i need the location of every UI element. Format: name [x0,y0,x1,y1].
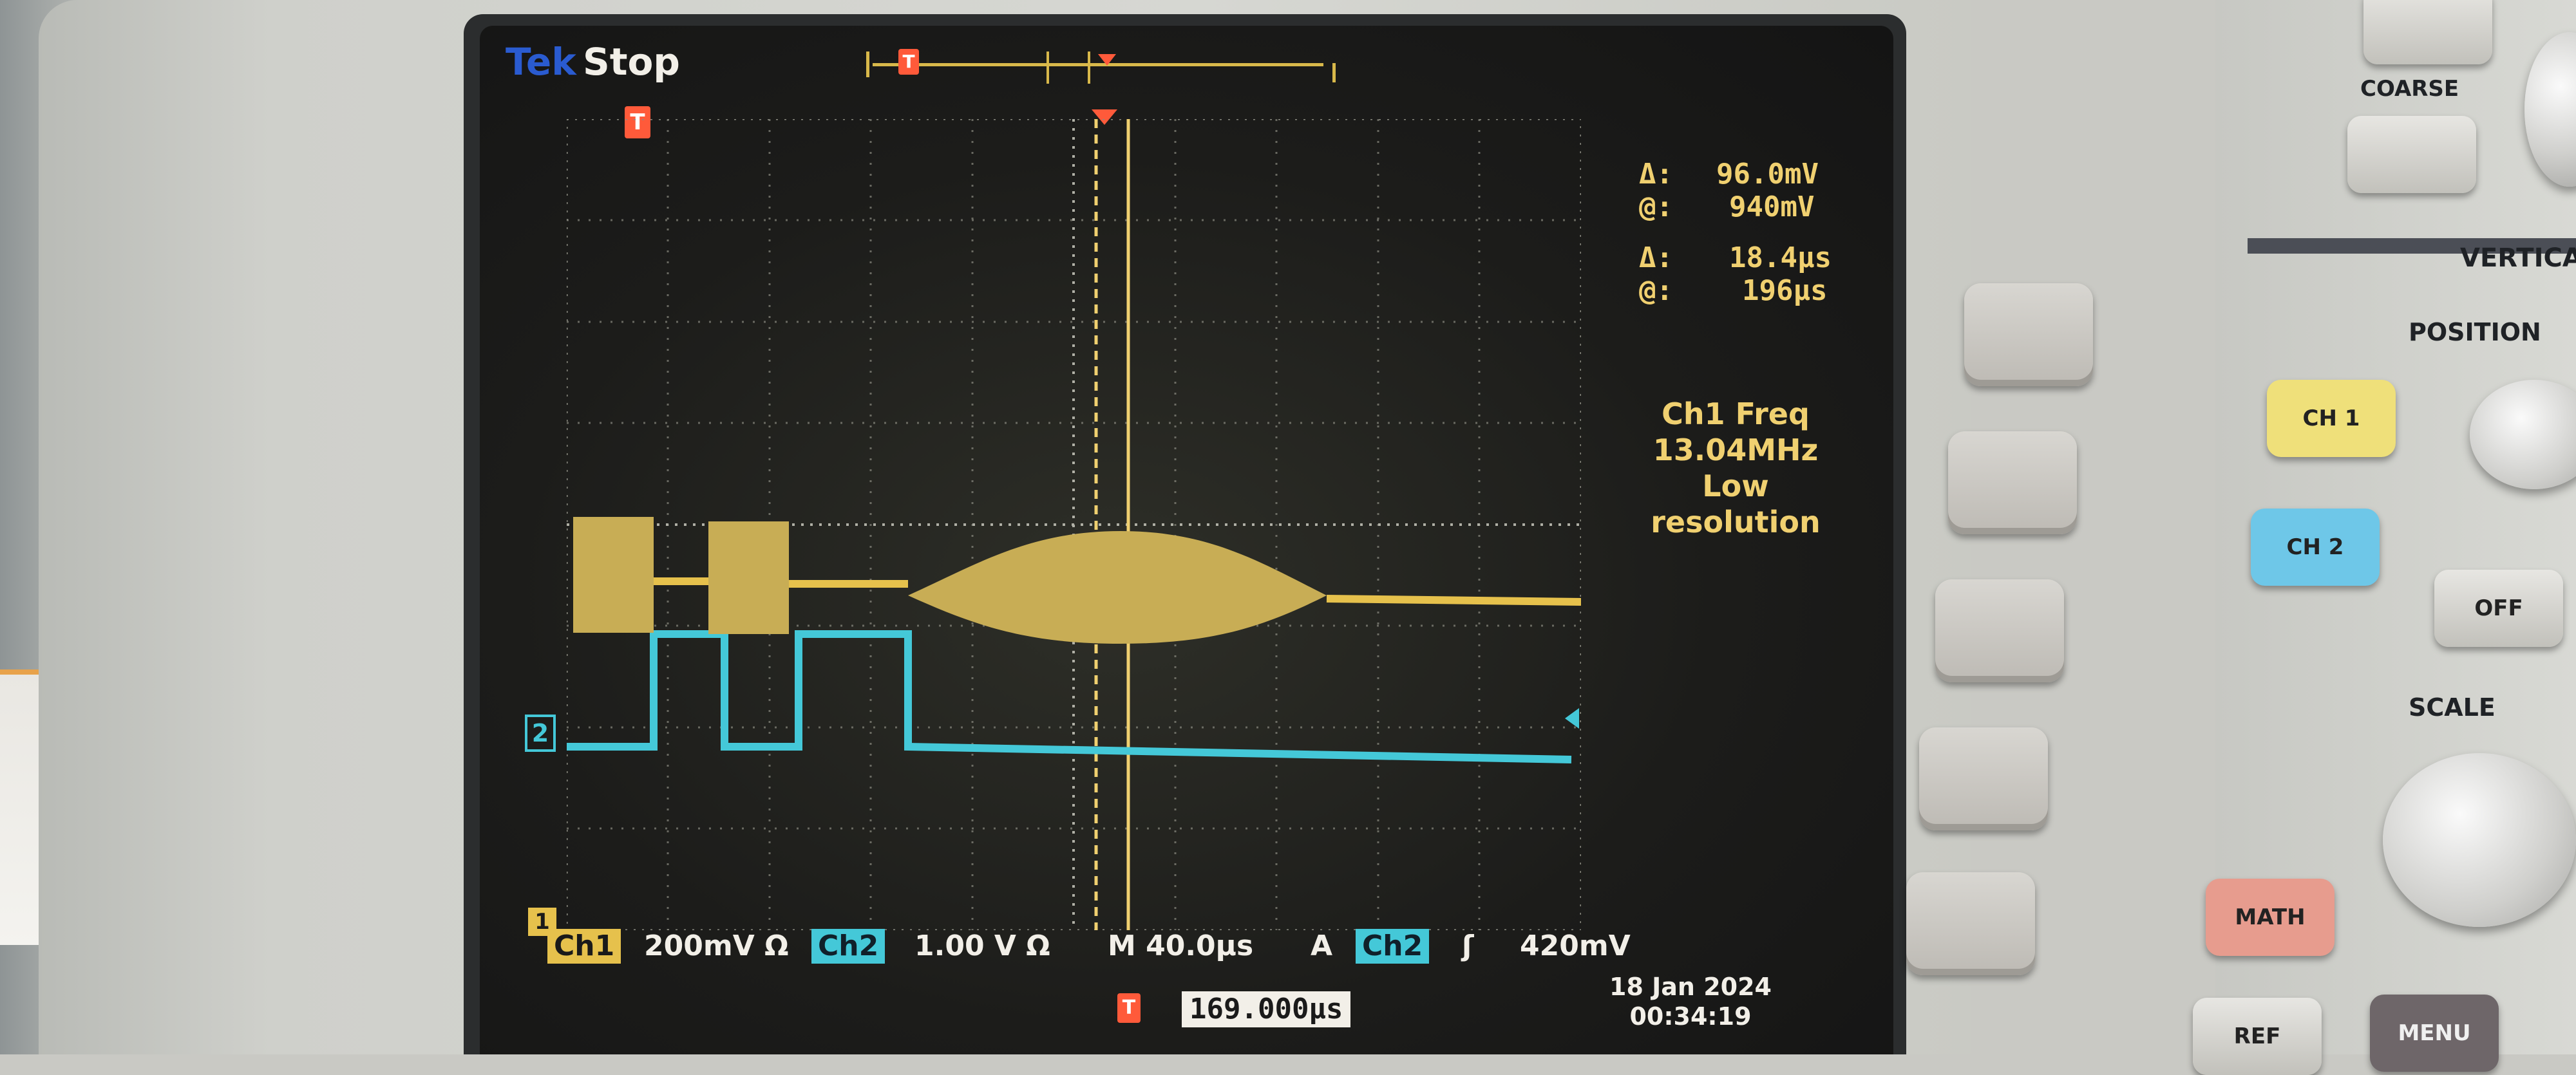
side-menu-button-2[interactable] [1948,431,2077,534]
position-label: POSITION [2409,318,2541,346]
run-state: Stop [583,40,680,84]
timeline-left-bracket [866,51,878,77]
timebase: M 40.0µs [1108,930,1254,962]
measurement-line-2: 13.04MHz [1653,433,1819,467]
time-at-value: 196µs [1742,274,1828,307]
side-menu-button-3[interactable] [1935,579,2064,682]
cursor-voltage-readout: Δ: 96.0mV @: 940mV [1639,158,1819,223]
cursor-time-readout: Δ: 18.4µs @: 196µs [1639,241,1832,307]
oscilloscope-screen: Tek Stop T T Δ: 96.0mV @: 940mV Δ: 18.4µ… [480,26,1893,1054]
ref-menu-button[interactable]: REF [2193,998,2322,1075]
side-menu-button-5[interactable] [1906,872,2035,975]
measurement-line-4: resolution [1651,505,1821,539]
ch1-scale: 200mV Ω [644,930,789,962]
waveform-display [567,119,1581,930]
timeline-trigger-flag: T [898,49,919,75]
measurement-line-1: Ch1 Freq [1662,397,1810,431]
waveform-graticule [567,119,1581,930]
coarse-label: COARSE [2360,76,2459,102]
ch2-scale: 1.00 V Ω [914,930,1050,962]
trigger-time-flag: T [1117,993,1141,1023]
time-delta-value: 18.4µs [1729,241,1832,274]
delta-symbol: Δ: [1639,158,1673,191]
ch2-label: Ch2 [811,929,886,964]
side-menu-button-1[interactable] [1964,283,2093,386]
date-label: 18 Jan 2024 [1609,973,1772,1001]
trigger-source: Ch2 [1356,929,1430,964]
menu-button[interactable]: MENU [2370,995,2499,1072]
ch2-menu-button[interactable]: CH 2 [2251,509,2380,586]
date-time: 18 Jan 2024 00:34:19 [1587,972,1794,1031]
ch2-ground-marker: 2 [525,715,556,752]
scale-label: SCALE [2409,693,2496,722]
trigger-level: 420mV [1520,930,1631,962]
ch1-label: Ch1 [547,929,621,964]
at-symbol: @: [1639,274,1673,307]
off-button[interactable]: OFF [2434,570,2563,647]
ch1-menu-button[interactable]: CH 1 [2267,380,2396,457]
trigger-position-value: 169.000µs [1182,991,1351,1027]
delta-symbol: Δ: [1639,241,1673,274]
measurement-line-3: Low [1702,469,1769,503]
math-menu-button[interactable]: MATH [2206,879,2334,956]
timeline-trigger-triangle [1098,54,1116,66]
side-menu-button-4[interactable] [1919,727,2048,830]
timeline-window [1046,51,1090,84]
coarse-button-top[interactable] [2363,0,2492,64]
measurement-readout: Ch1 Freq 13.04MHz Low resolution [1626,396,1845,540]
trigger-mode: A [1311,930,1333,962]
voltage-delta-value: 96.0mV [1716,158,1819,191]
brand-label: Tek [506,40,576,84]
vertical-scale-knob[interactable] [2383,753,2576,927]
status-bar: Ch1 200mV Ω Ch2 1.00 V Ω M 40.0µs A Ch2 … [547,924,1745,969]
at-symbol: @: [1639,191,1673,223]
coarse-button[interactable] [2347,116,2476,193]
voltage-at-value: 940mV [1729,191,1815,223]
trigger-level-marker [1565,708,1579,729]
trigger-slope: ʃ [1462,930,1474,962]
timeline-right-bracket [1323,63,1336,82]
vertical-section-title: VERTICAL [2460,243,2576,273]
time-label: 00:34:19 [1629,1002,1752,1031]
